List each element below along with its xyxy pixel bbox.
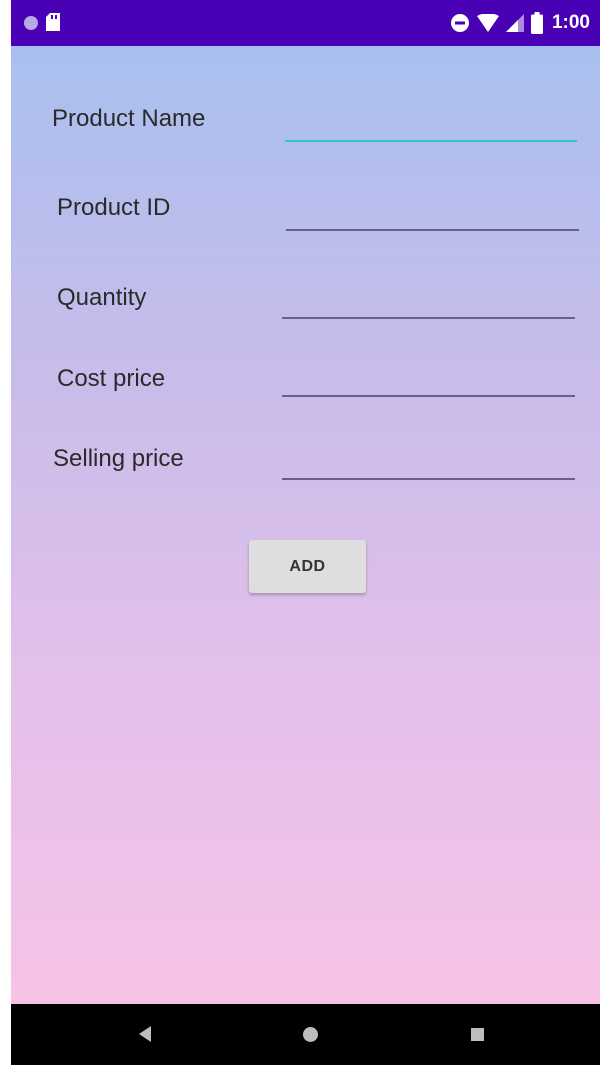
cost-price-input[interactable]: [282, 364, 575, 394]
product-id-underline: [286, 229, 579, 231]
cost-price-underline: [282, 395, 575, 397]
navigation-bar: [11, 1004, 600, 1065]
status-icons: 1:00: [450, 0, 590, 46]
selling-price-input[interactable]: [282, 447, 575, 477]
notification-dot-icon: [24, 16, 38, 30]
product-id-label: Product ID: [57, 194, 171, 221]
back-icon[interactable]: [139, 1026, 151, 1042]
product-id-input[interactable]: [286, 198, 579, 228]
status-bar: 1:00: [11, 0, 600, 46]
quantity-label: Quantity: [57, 284, 147, 311]
product-form: Product Name Product ID Quantity Cost pr…: [11, 46, 600, 1004]
phone-screen: 1:00 Product Name Product ID Quantity Co…: [11, 0, 600, 1065]
product-name-input[interactable]: [285, 108, 577, 138]
selling-price-underline: [282, 478, 575, 480]
recents-icon[interactable]: [471, 1028, 484, 1041]
product-name-underline: [285, 140, 577, 142]
add-button[interactable]: ADD: [249, 540, 366, 593]
home-icon[interactable]: [303, 1027, 318, 1042]
quantity-input[interactable]: [282, 286, 575, 316]
battery-icon: [530, 12, 543, 34]
product-name-label: Product Name: [52, 105, 206, 132]
status-time: 1:00: [551, 12, 590, 33]
cost-price-label: Cost price: [57, 365, 166, 392]
sd-card-icon: [46, 13, 60, 31]
cellular-signal-icon: [505, 14, 524, 32]
quantity-underline: [282, 317, 575, 319]
wifi-icon: [476, 14, 499, 32]
do-not-disturb-icon: [450, 14, 469, 32]
selling-price-label: Selling price: [53, 445, 184, 472]
